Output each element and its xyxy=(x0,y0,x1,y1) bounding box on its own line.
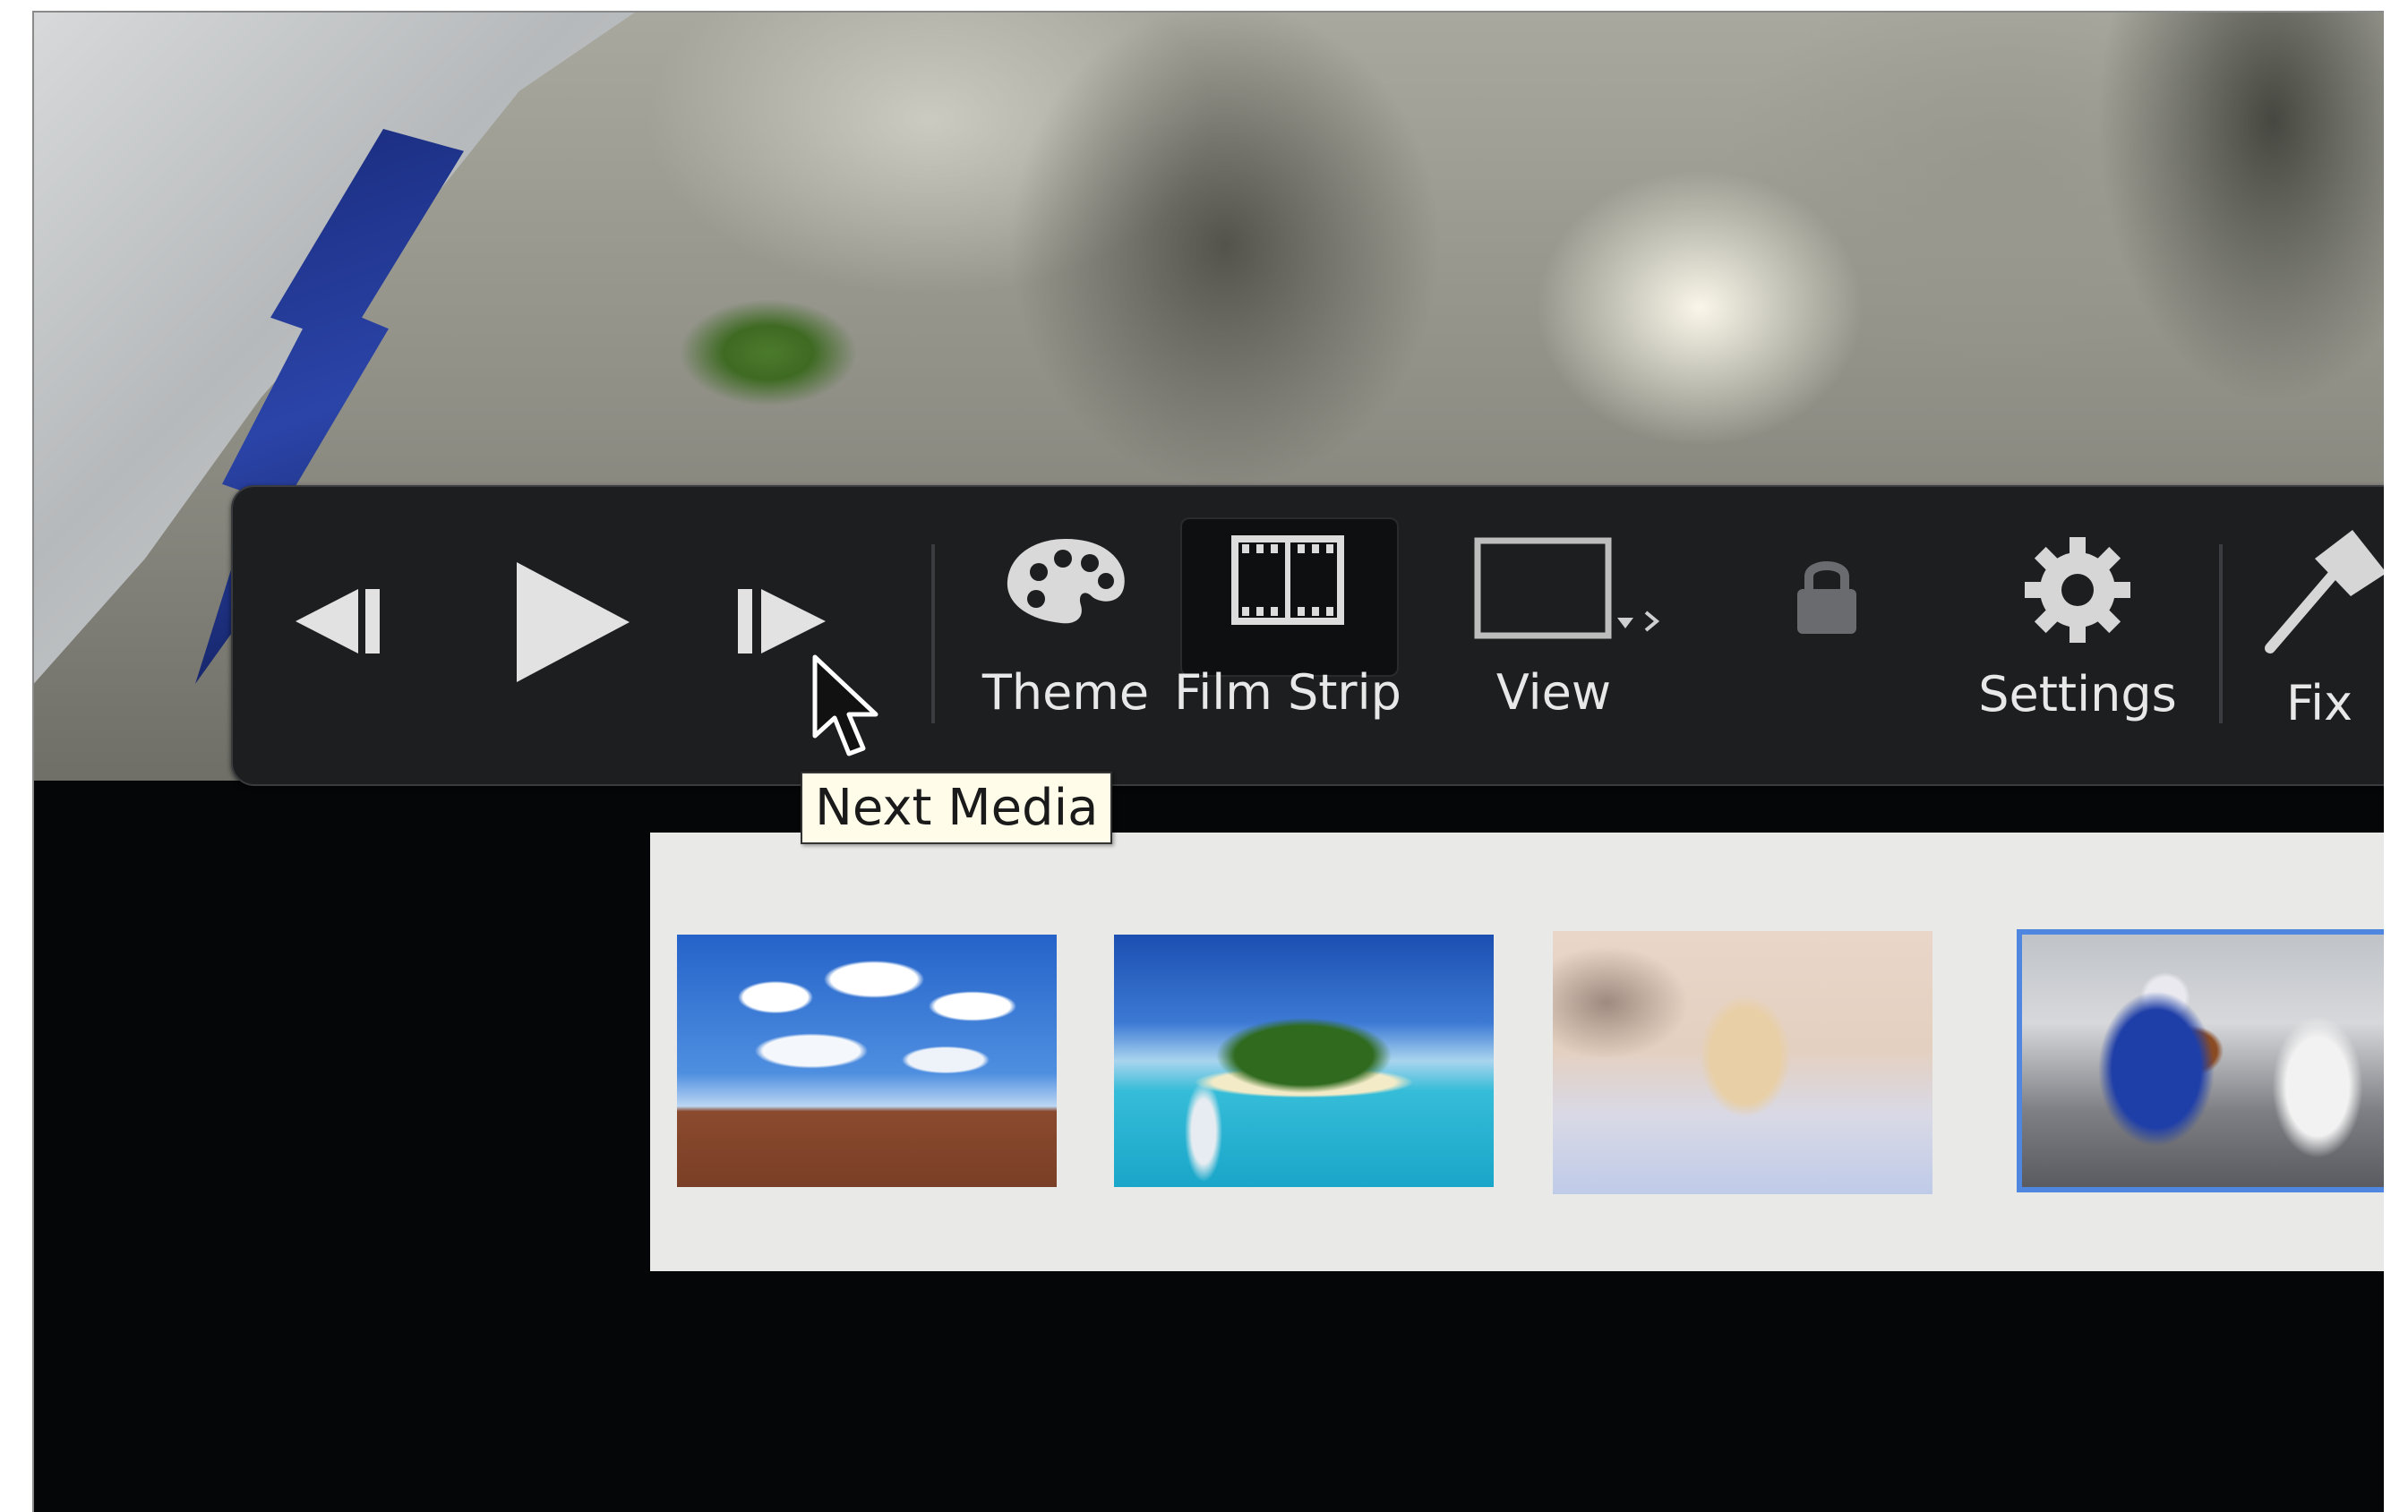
thumbnail-sky-field[interactable] xyxy=(677,935,1057,1187)
thumbnail-white-horse[interactable] xyxy=(1553,931,1932,1194)
view-label: View xyxy=(1495,664,1612,721)
toolbar-separator xyxy=(931,544,935,723)
slideshow-window: Theme Film Strip View Settings Fix Next … xyxy=(32,11,2384,1512)
film-strip-icon xyxy=(1231,535,1344,625)
fix-label: Fix xyxy=(2285,675,2353,731)
film-strip-label: Film Strip xyxy=(1174,664,1401,721)
media-toolbar: Theme Film Strip View Settings Fix xyxy=(231,485,2384,786)
settings-button[interactable]: Settings xyxy=(1952,532,2203,765)
view-rectangle-icon xyxy=(1474,537,1660,639)
play-button[interactable] xyxy=(501,550,645,711)
toolbar-separator xyxy=(2219,544,2223,723)
gear-icon xyxy=(2025,537,2130,643)
film-strip-button[interactable]: Film Strip xyxy=(1171,532,1404,765)
previous-media-button[interactable] xyxy=(269,577,403,720)
play-icon xyxy=(517,562,630,682)
next-media-tooltip: Next Media xyxy=(801,772,1113,844)
theme-button[interactable]: Theme xyxy=(967,532,1164,765)
view-button[interactable]: View xyxy=(1451,532,1684,765)
palette-icon xyxy=(1007,539,1125,624)
fix-button[interactable]: Fix xyxy=(2239,523,2384,765)
squeegee-icon xyxy=(2265,530,2384,653)
film-strip-panel xyxy=(650,833,2384,1271)
theme-label: Theme xyxy=(981,664,1150,721)
lock-icon xyxy=(1797,561,1856,634)
thumbnail-tropical-island[interactable] xyxy=(1114,935,1494,1187)
next-media-icon xyxy=(738,589,826,653)
previous-media-icon xyxy=(296,589,380,653)
settings-label: Settings xyxy=(1978,666,2177,722)
mouse-cursor-icon xyxy=(812,654,878,756)
thumbnail-football-player[interactable] xyxy=(2017,929,2384,1192)
lock-button[interactable] xyxy=(1773,550,1881,675)
preview-grass xyxy=(679,299,858,406)
